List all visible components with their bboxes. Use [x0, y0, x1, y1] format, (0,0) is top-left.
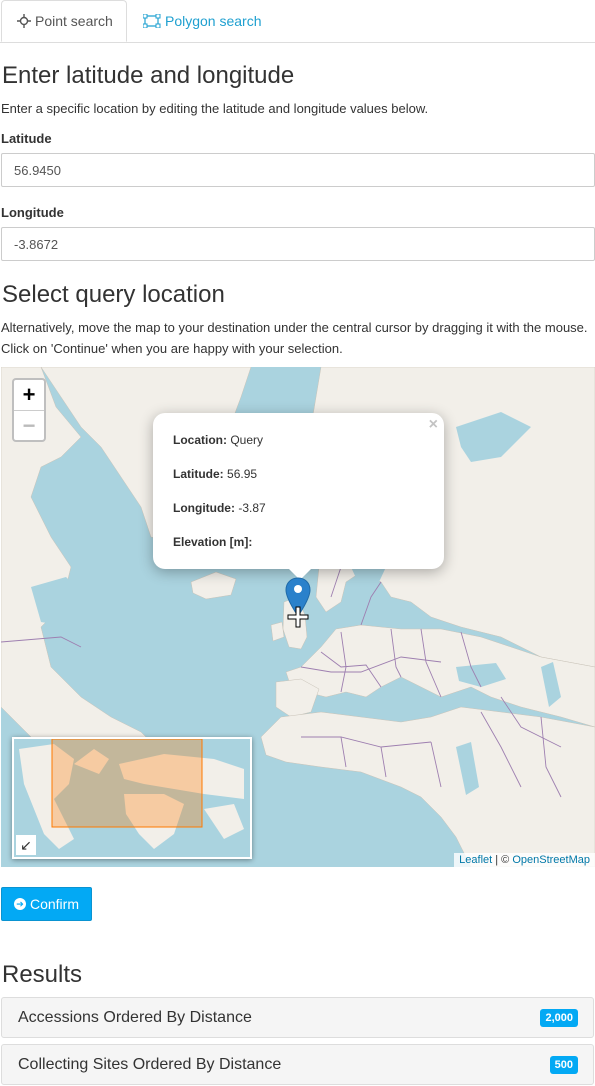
result-accessions[interactable]: Accessions Ordered By Distance 2,000	[1, 997, 594, 1038]
popup-longitude-label: Longitude:	[173, 501, 235, 515]
map-section-heading: Select query location	[2, 281, 225, 308]
map-section-description: Alternatively, move the map to your dest…	[1, 320, 588, 356]
tab-point-search[interactable]: Point search	[1, 0, 127, 42]
latitude-input[interactable]	[1, 153, 595, 187]
minimap-toggle-icon[interactable]: ↙	[16, 835, 36, 855]
confirm-button-label: Confirm	[29, 896, 79, 912]
popup-latitude-label: Latitude:	[173, 467, 224, 481]
leaflet-link[interactable]: Leaflet	[459, 854, 492, 866]
tab-polygon-search-label: Polygon search	[165, 13, 262, 29]
result-collecting-sites[interactable]: Collecting Sites Ordered By Distance 500	[1, 1044, 594, 1085]
arrow-circle-right-icon: ➔	[13, 898, 26, 910]
tab-polygon-search[interactable]: Polygon search	[142, 0, 262, 42]
popup-location-label: Location:	[173, 433, 227, 447]
zoom-out-button[interactable]: −	[14, 411, 44, 440]
confirm-button[interactable]: ➔ Confirm	[1, 887, 92, 921]
results-heading: Results	[2, 961, 83, 988]
search-tabs: Point search Polygon search	[0, 0, 595, 43]
latitude-label: Latitude	[1, 131, 52, 146]
polygon-icon	[142, 13, 161, 29]
popup-longitude-row: Longitude: -3.87	[173, 501, 266, 515]
minimap[interactable]: ↙	[12, 737, 252, 859]
zoom-in-button[interactable]: +	[14, 380, 44, 411]
result-accessions-label: Accessions Ordered By Distance	[18, 1009, 252, 1026]
popup-location-row: Location: Query	[173, 433, 263, 447]
openstreetmap-link[interactable]: OpenStreetMap	[512, 854, 590, 866]
attribution-separator: | ©	[492, 854, 513, 866]
location-map[interactable]: + − × Location: Query Latitude: 56.95 Lo…	[1, 367, 595, 867]
manual-entry-heading: Enter latitude and longitude	[2, 62, 295, 89]
popup-latitude-row: Latitude: 56.95	[173, 467, 257, 481]
manual-entry-description: Enter a specific location by editing the…	[1, 101, 429, 116]
crosshair-icon	[17, 14, 31, 28]
popup-latitude-value: 56.95	[227, 467, 258, 481]
longitude-input[interactable]	[1, 227, 595, 261]
popup-longitude-value: -3.87	[238, 501, 266, 515]
popup-elevation-label: Elevation [m]:	[173, 535, 253, 549]
map-attribution: Leaflet | © OpenStreetMap	[454, 853, 595, 867]
tab-point-search-label: Point search	[35, 13, 113, 29]
popup-elevation-row: Elevation [m]:	[173, 535, 252, 549]
popup-close-button[interactable]: ×	[429, 416, 438, 434]
minimap-tiles	[14, 739, 250, 857]
longitude-label: Longitude	[1, 205, 64, 220]
zoom-control: + −	[12, 378, 46, 442]
location-popup: × Location: Query Latitude: 56.95 Longit…	[153, 413, 444, 569]
result-collecting-sites-label: Collecting Sites Ordered By Distance	[18, 1056, 282, 1073]
popup-location-value: Query	[230, 433, 264, 447]
result-accessions-count-badge: 2,000	[540, 1009, 578, 1027]
crosshair-cursor-icon	[287, 606, 309, 628]
result-collecting-sites-count-badge: 500	[549, 1056, 578, 1074]
